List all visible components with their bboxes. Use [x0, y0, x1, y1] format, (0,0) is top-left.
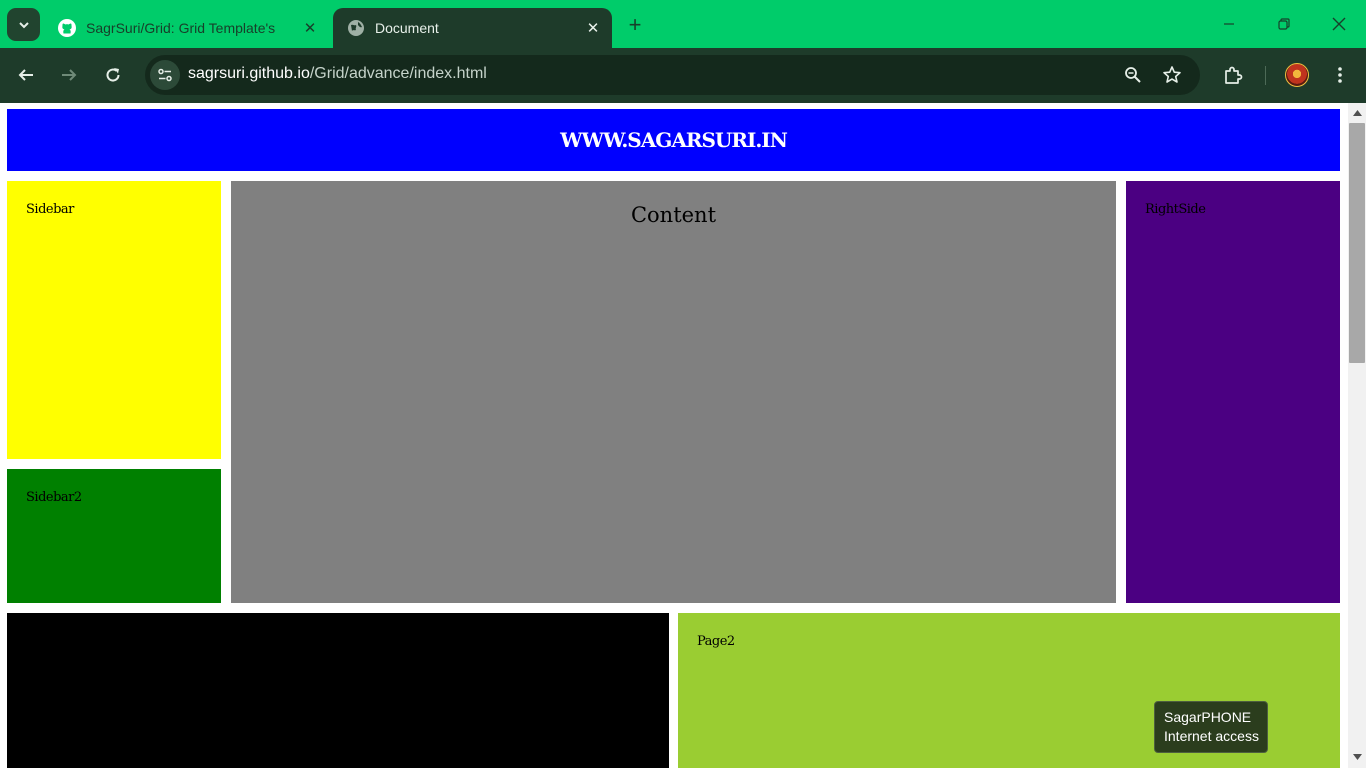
- rightside-panel: RightSide: [1126, 181, 1340, 603]
- url-path: /Grid/advance/index.html: [309, 65, 487, 82]
- tab-strip: SagrSuri/Grid: Grid Template's ✕ Documen…: [0, 0, 1366, 48]
- minimize-button[interactable]: [1214, 10, 1244, 38]
- network-tooltip: SagarPHONE Internet access: [1154, 701, 1268, 753]
- scroll-up-button[interactable]: [1348, 106, 1366, 120]
- close-window-button[interactable]: [1324, 10, 1354, 38]
- scrollbar-thumb[interactable]: [1349, 123, 1365, 363]
- tab-title: Document: [375, 20, 439, 36]
- network-name: SagarPHONE: [1164, 709, 1252, 725]
- sidebar2-label: Sidebar2: [26, 490, 82, 505]
- globe-icon: [346, 18, 366, 38]
- star-icon: [1163, 66, 1181, 83]
- site-info-button[interactable]: [150, 60, 180, 90]
- tab-search-button[interactable]: [7, 8, 40, 41]
- github-icon: [57, 18, 77, 38]
- tune-icon: [158, 68, 172, 82]
- page1-panel: [7, 613, 669, 768]
- page2-label: Page2: [697, 634, 735, 649]
- close-tab-icon[interactable]: ✕: [299, 17, 321, 39]
- tab-title: SagrSuri/Grid: Grid Template's: [86, 20, 276, 36]
- header-title: WWW.SAGARSURI.IN: [560, 128, 788, 152]
- browser-toolbar: sagrsuri.github.io/Grid/advance/index.ht…: [0, 48, 1366, 103]
- scroll-down-button[interactable]: [1348, 750, 1366, 764]
- triangle-down-icon: [1352, 754, 1362, 760]
- content-panel: Content: [231, 181, 1116, 603]
- page-header: WWW.SAGARSURI.IN: [7, 109, 1340, 171]
- more-vertical-icon: [1338, 67, 1342, 83]
- restore-icon: [1278, 18, 1290, 30]
- url-host: sagrsuri.github.io: [188, 65, 310, 82]
- more-menu-button[interactable]: [1325, 60, 1355, 90]
- tab-github[interactable]: SagrSuri/Grid: Grid Template's ✕: [44, 8, 329, 48]
- page-viewport: WWW.SAGARSURI.IN Sidebar Sidebar2 Conten…: [0, 103, 1348, 768]
- back-button[interactable]: [11, 60, 41, 90]
- profile-avatar[interactable]: [1285, 63, 1309, 87]
- reload-button[interactable]: [98, 60, 128, 90]
- new-tab-button[interactable]: +: [622, 12, 648, 38]
- close-icon: [1332, 17, 1346, 31]
- close-tab-icon[interactable]: ✕: [582, 17, 604, 39]
- sidebar-label: Sidebar: [26, 202, 74, 217]
- arrow-left-icon: [18, 69, 33, 81]
- sidebar2-panel: Sidebar2: [7, 469, 221, 603]
- toolbar-divider: [1265, 66, 1266, 85]
- restore-button[interactable]: [1269, 10, 1299, 38]
- url-text[interactable]: sagrsuri.github.io/Grid/advance/index.ht…: [188, 65, 487, 83]
- network-status: Internet access: [1164, 728, 1259, 744]
- chevron-down-icon: [18, 21, 29, 28]
- puzzle-icon: [1225, 66, 1243, 84]
- reload-icon: [106, 68, 120, 82]
- address-bar[interactable]: sagrsuri.github.io/Grid/advance/index.ht…: [145, 55, 1200, 95]
- minimize-icon: [1224, 23, 1234, 25]
- tab-document[interactable]: Document ✕: [333, 8, 612, 48]
- zoom-button[interactable]: [1120, 62, 1146, 88]
- zoom-out-icon: [1125, 67, 1141, 83]
- bookmark-button[interactable]: [1159, 62, 1185, 88]
- triangle-up-icon: [1352, 110, 1362, 116]
- extensions-button[interactable]: [1218, 60, 1248, 90]
- arrow-right-icon: [62, 69, 77, 81]
- rightside-label: RightSide: [1145, 202, 1206, 217]
- forward-button[interactable]: [54, 60, 84, 90]
- sidebar-panel: Sidebar: [7, 181, 221, 459]
- content-label: Content: [630, 203, 717, 227]
